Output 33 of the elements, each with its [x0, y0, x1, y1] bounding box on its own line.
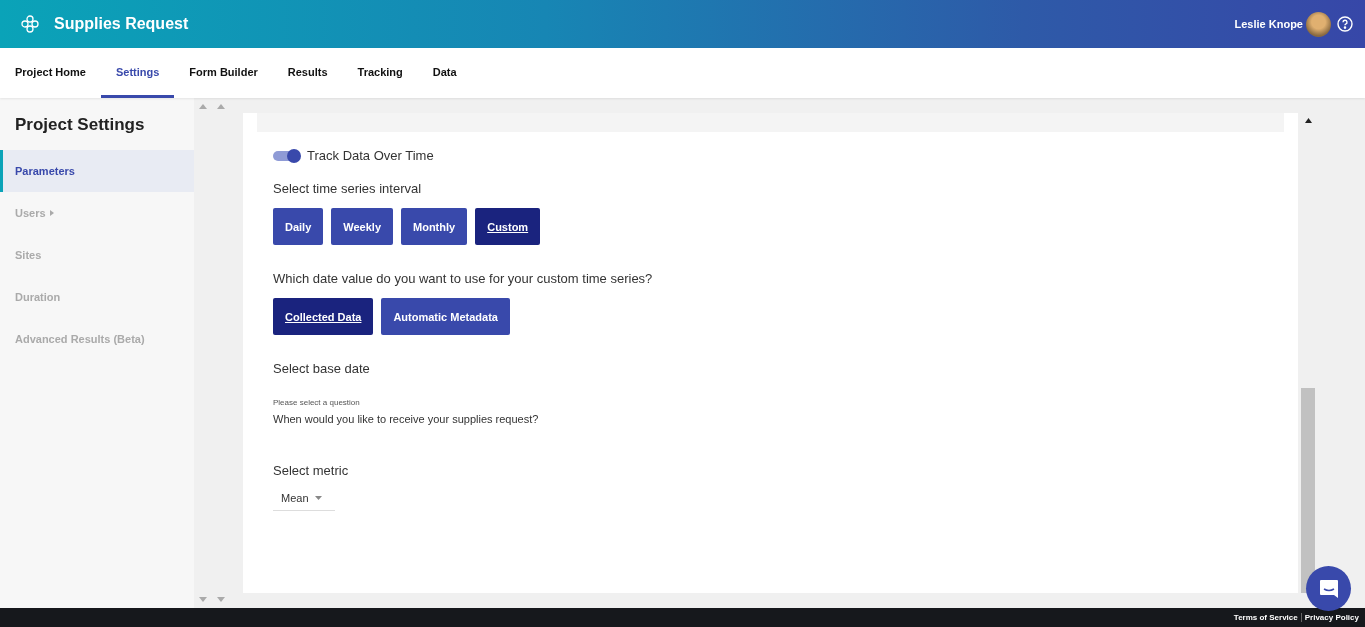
- dropdown-caret-icon: [314, 496, 322, 500]
- base-date-label: Select base date: [273, 361, 371, 376]
- avatar[interactable]: [1306, 11, 1331, 37]
- metric-select[interactable]: Mean: [273, 486, 335, 511]
- nav-tab[interactable]: Project Home: [15, 48, 101, 98]
- footer-link[interactable]: Terms of Service: [1233, 613, 1298, 622]
- chat-icon: [1317, 577, 1340, 600]
- scroll-up-icon[interactable]: [1304, 118, 1312, 123]
- interval-button[interactable]: Daily: [273, 208, 324, 245]
- interval-button[interactable]: Custom: [475, 208, 541, 245]
- question-hint: Please select a question: [273, 398, 361, 407]
- interval-label: Select time series interval: [273, 181, 423, 196]
- logo-icon: [20, 14, 40, 34]
- metric-label: Select metric: [273, 463, 350, 478]
- toggle-switch[interactable]: [273, 148, 301, 163]
- interval-button[interactable]: Monthly: [401, 208, 468, 245]
- date-value-button[interactable]: Collected Data: [273, 298, 374, 335]
- sidebar-item[interactable]: Parameters: [0, 150, 194, 192]
- nav-tab[interactable]: Results: [272, 48, 343, 98]
- footer-link[interactable]: Privacy Policy: [1304, 613, 1359, 622]
- nav-tab[interactable]: Form Builder: [174, 48, 273, 98]
- date-value-button[interactable]: Automatic Metadata: [381, 298, 510, 335]
- question-select[interactable]: When would you like to receive your supplies request?: [273, 413, 1268, 425]
- interval-button[interactable]: Weekly: [331, 208, 393, 245]
- help-icon[interactable]: [1337, 16, 1353, 32]
- date-value-label: Which date value do you want to use for your custom time series?: [273, 271, 654, 286]
- user-name[interactable]: Leslie Knope: [1234, 18, 1303, 30]
- scrollbar-thumb[interactable]: [1301, 388, 1315, 593]
- nav-tab[interactable]: Data: [417, 48, 472, 98]
- toggle-label: Track Data Over Time: [307, 148, 434, 163]
- nav-tab[interactable]: Tracking: [342, 48, 418, 98]
- app-title: Supplies Request: [54, 15, 189, 33]
- sidebar-title: Project Settings: [14, 114, 146, 136]
